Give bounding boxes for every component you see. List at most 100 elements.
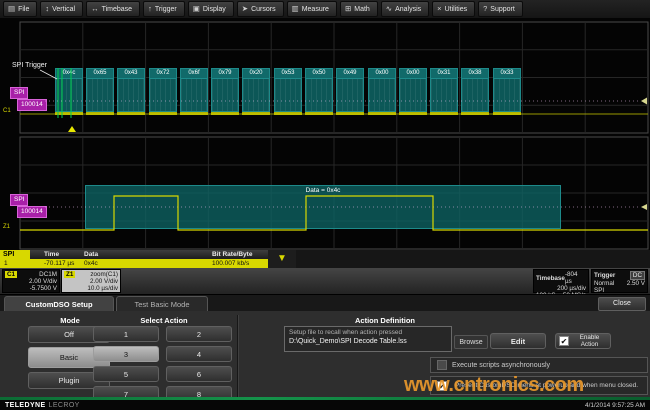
frame-hex-label: 0x79 bbox=[212, 69, 238, 79]
decode-frame: 0x31 bbox=[430, 68, 458, 112]
brand-teledyne: TELEDYNE bbox=[5, 402, 46, 409]
menu-trigger-label: Trigger bbox=[155, 6, 177, 13]
execute-async-row[interactable]: Execute scripts asynchronously bbox=[430, 357, 648, 373]
section-divider bbox=[237, 315, 239, 399]
col-data: Data bbox=[84, 251, 98, 258]
decode-frame: 0x6f bbox=[180, 68, 208, 112]
c1-descriptor-box[interactable]: C1DC1M 2.00 V/div -5.7500 V bbox=[2, 269, 60, 293]
menu-display-label: Display bbox=[203, 6, 226, 13]
action-button-1[interactable]: 1 bbox=[93, 326, 159, 342]
action-definition-title: Action Definition bbox=[285, 316, 485, 325]
watermark-text: www.cntronics.com bbox=[404, 374, 584, 397]
action-2-label: 2 bbox=[197, 330, 201, 339]
timebase-descriptor-box[interactable]: Timebase-804 µs 200 µs/div 100 kS50 MS/s bbox=[533, 269, 589, 293]
utilities-icon: × bbox=[437, 5, 441, 13]
table-row[interactable]: 1 -70.117 µs 0x4c 100.007 kb/s bbox=[0, 259, 268, 268]
frame-hex-label: 0x49 bbox=[337, 69, 363, 79]
dialog-tab-bar: CustomDSO Setup Test Basic Mode Close bbox=[0, 295, 650, 311]
frame-hex-label: 0x50 bbox=[306, 69, 332, 79]
menu-timebase[interactable]: ↔Timebase bbox=[86, 1, 140, 17]
action-button-4[interactable]: 4 bbox=[166, 346, 232, 362]
frame-hex-label: 0x00 bbox=[369, 69, 395, 79]
frame-hex-label: 0x4c bbox=[56, 69, 82, 79]
execute-async-label: Execute scripts asynchronously bbox=[452, 362, 550, 369]
action-button-2[interactable]: 2 bbox=[166, 326, 232, 342]
bus-name: SPI bbox=[10, 194, 28, 206]
descriptor-row: C1DC1M 2.00 V/div -5.7500 V Z1zoom(C1) 2… bbox=[0, 268, 650, 294]
spi-bus-badge[interactable]: SPI 100014 bbox=[10, 87, 47, 111]
file-icon: ▤ bbox=[8, 5, 15, 13]
analysis-chart-icon: ∿ bbox=[386, 5, 392, 13]
tab-test-basic-mode[interactable]: Test Basic Mode bbox=[116, 296, 208, 311]
setup-file-path: D:\Quick_Demo\SPI Decode Table.lss bbox=[289, 338, 447, 345]
trigger-coupling: DC bbox=[630, 271, 645, 280]
decode-frame-zoom: Data = 0x4c bbox=[85, 185, 561, 229]
frame-body bbox=[275, 79, 301, 111]
triangle-down-icon: ▼ bbox=[277, 253, 287, 264]
action-button-5[interactable]: 5 bbox=[93, 366, 159, 382]
decode-frame: 0x79 bbox=[211, 68, 239, 112]
menu-vertical[interactable]: ↕Vertical bbox=[40, 1, 83, 17]
enable-action-checkbox[interactable]: ✔ bbox=[559, 336, 569, 346]
z1-source: zoom(C1) bbox=[90, 271, 118, 278]
action-button-3[interactable]: 3 bbox=[93, 346, 159, 362]
close-button[interactable]: Close bbox=[598, 297, 646, 311]
frame-hex-label: 0x33 bbox=[494, 69, 520, 79]
spi-bus-badge-zoom[interactable]: SPI 100014 bbox=[10, 194, 47, 218]
menu-support[interactable]: ?Support bbox=[478, 1, 523, 17]
menu-utilities[interactable]: ×Utilities bbox=[432, 1, 475, 17]
brand-logo: TELEDYNELECROY bbox=[5, 402, 80, 409]
oscilloscope-screen: ▤File ↕Vertical ↔Timebase ↑Trigger ▣Disp… bbox=[0, 0, 650, 410]
tab-customdso-setup[interactable]: CustomDSO Setup bbox=[4, 296, 114, 311]
menu-analysis[interactable]: ∿Analysis bbox=[381, 1, 429, 17]
browse-button[interactable]: Browse bbox=[454, 335, 488, 349]
z1-channel-marker: Z1 bbox=[3, 224, 10, 230]
waveform-display: 0x4c 0x65 0x43 0x72 0x6f 0x79 0x20 0x53 … bbox=[0, 18, 650, 250]
menu-trigger[interactable]: ↑Trigger bbox=[143, 1, 185, 17]
brand-lecroy: LECROY bbox=[49, 402, 80, 409]
trigger-level: 2.50 V bbox=[627, 280, 645, 287]
menu-file[interactable]: ▤File bbox=[3, 1, 37, 17]
action-6-label: 6 bbox=[197, 370, 201, 379]
support-icon: ? bbox=[483, 5, 487, 13]
execute-async-checkbox[interactable] bbox=[437, 360, 447, 370]
table-scroll-down-button[interactable]: ▼ bbox=[268, 250, 296, 268]
decode-frame: 0x00 bbox=[368, 68, 396, 112]
col-bitrate: Bit Rate/Byte bbox=[212, 251, 252, 258]
menu-math[interactable]: ⊞Math bbox=[340, 1, 378, 17]
decode-result-table: Time Data Bit Rate/Byte SPI 1 -70.117 µs… bbox=[0, 250, 650, 268]
frame-body bbox=[494, 79, 520, 111]
frame-body bbox=[212, 79, 238, 111]
frame-hex-label: 0x31 bbox=[431, 69, 457, 79]
action-3-label: 3 bbox=[124, 350, 128, 359]
enable-action-label: Enable Action bbox=[572, 334, 607, 348]
trigger-descriptor-box[interactable]: TriggerDC Normal2.50 V SPI bbox=[591, 269, 648, 293]
decode-frame: 0x65 bbox=[86, 68, 114, 112]
bus-name: SPI bbox=[10, 87, 28, 99]
menu-vertical-label: Vertical bbox=[52, 6, 75, 13]
action-5-label: 5 bbox=[124, 370, 128, 379]
mode-off-label: Off bbox=[64, 330, 74, 339]
menu-timebase-label: Timebase bbox=[102, 6, 132, 13]
math-icon: ⊞ bbox=[345, 5, 351, 13]
frame-hex-label: 0x65 bbox=[87, 69, 113, 79]
menu-display[interactable]: ▣Display bbox=[188, 1, 234, 17]
c1-offset: -5.7500 V bbox=[30, 285, 57, 292]
frame-body bbox=[306, 79, 332, 111]
menu-measure[interactable]: ▥Measure bbox=[287, 1, 337, 17]
edit-label: Edit bbox=[511, 337, 525, 346]
z1-descriptor-box[interactable]: Z1zoom(C1) 2.00 V/div 10.0 µs/div bbox=[61, 269, 121, 293]
z1-scale: 2.00 V/div bbox=[90, 278, 118, 285]
col-time: Time bbox=[44, 251, 59, 258]
enable-action-toggle[interactable]: ✔ Enable Action bbox=[555, 333, 611, 349]
decode-frame: 0x49 bbox=[336, 68, 364, 112]
action-button-6[interactable]: 6 bbox=[166, 366, 232, 382]
action-4-label: 4 bbox=[197, 350, 201, 359]
edit-button[interactable]: Edit bbox=[490, 333, 546, 349]
frame-body bbox=[56, 79, 82, 111]
frame-hex-label: 0x72 bbox=[150, 69, 176, 79]
frame-body bbox=[118, 79, 144, 111]
setup-file-box[interactable]: Setup file to recall when action pressed… bbox=[284, 326, 452, 352]
menu-cursors[interactable]: ➤Cursors bbox=[237, 1, 284, 17]
cell-bitrate: 100.007 kb/s bbox=[212, 260, 249, 267]
